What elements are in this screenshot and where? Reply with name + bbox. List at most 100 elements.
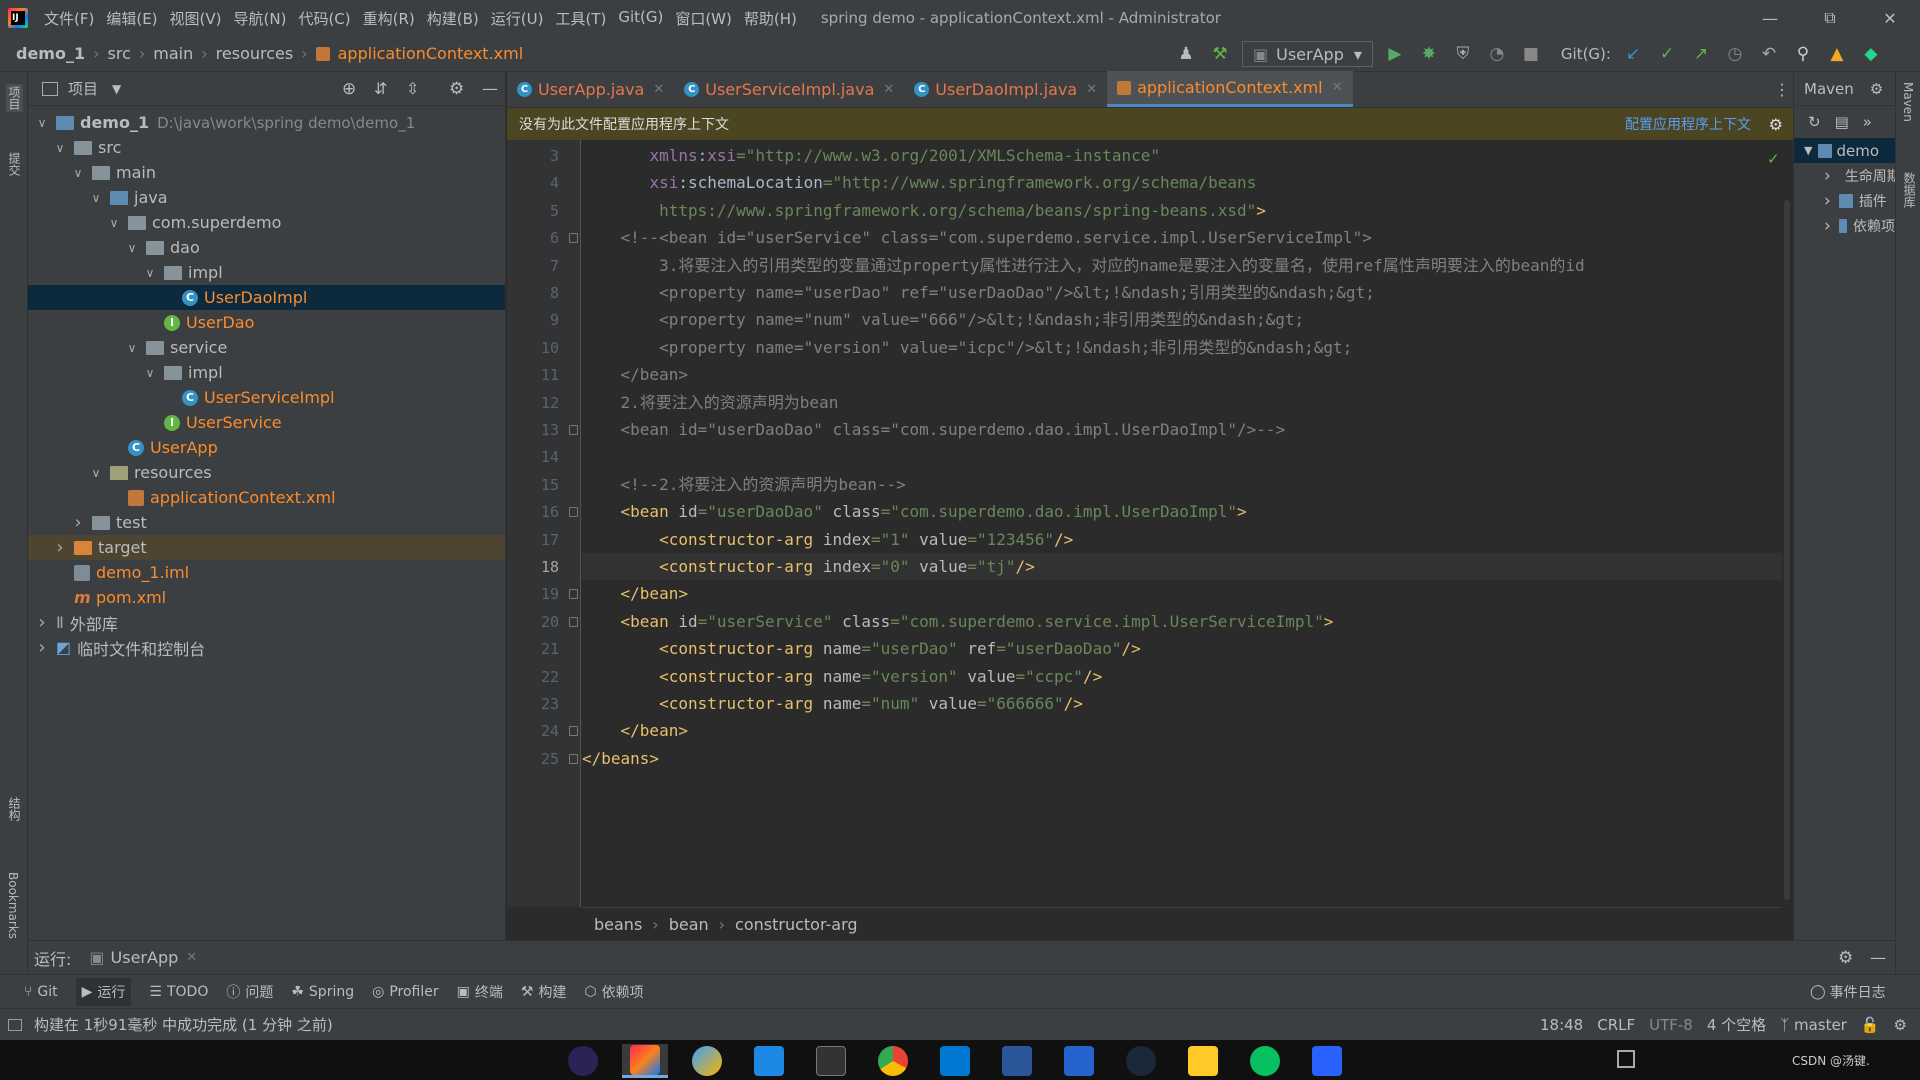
chevron-down-icon[interactable]: ∨: [106, 216, 122, 230]
project-tool-tab[interactable]: 项目: [6, 84, 23, 112]
browser-icon[interactable]: [684, 1044, 730, 1078]
tree-item[interactable]: › ◩ 临时文件和控制台: [28, 635, 505, 660]
database-tool-tab[interactable]: 数据库: [1901, 172, 1918, 208]
chevron-down-icon[interactable]: ∨: [142, 266, 158, 280]
crumb-project[interactable]: demo_1: [12, 44, 89, 63]
tool-window-git[interactable]: ⑂ Git: [24, 984, 58, 1000]
maven-root[interactable]: ▼ demo: [1794, 138, 1895, 163]
file-explorer-icon[interactable]: [1180, 1044, 1226, 1078]
project-panel-title[interactable]: 项目: [68, 78, 98, 99]
tool-window-run[interactable]: ▶ 运行: [75, 977, 132, 1006]
tree-item[interactable]: C UserApp: [28, 435, 505, 460]
chevron-right-icon[interactable]: ›: [1824, 166, 1831, 186]
menu-item[interactable]: 文件(F): [38, 8, 100, 29]
file-encoding[interactable]: UTF-8: [1649, 1016, 1693, 1034]
menu-item[interactable]: 代码(C): [292, 8, 356, 29]
history-icon[interactable]: ◷: [1723, 42, 1747, 66]
menu-item[interactable]: 重构(R): [357, 8, 421, 29]
lock-icon[interactable]: 🔓: [1861, 1016, 1880, 1034]
commit-tool-tab[interactable]: 提交: [6, 152, 23, 176]
add-project-icon[interactable]: ▤: [1835, 113, 1849, 131]
bookmarks-tool-tab[interactable]: Bookmarks: [6, 872, 20, 939]
menu-item[interactable]: 编辑(E): [100, 8, 163, 29]
tree-item[interactable]: C UserServiceImpl: [28, 385, 505, 410]
menu-item[interactable]: 帮助(H): [738, 8, 803, 29]
tree-item[interactable]: › test: [28, 510, 505, 535]
crumb-resources[interactable]: resources: [212, 44, 298, 63]
maven-tool-tab[interactable]: Maven: [1901, 82, 1915, 122]
build-hammer-icon[interactable]: ⚒: [1208, 42, 1232, 66]
menu-item[interactable]: 导航(N): [228, 8, 293, 29]
event-log-button[interactable]: ◯ 事件日志: [1810, 982, 1886, 1002]
minimize-button[interactable]: —: [1740, 0, 1800, 36]
crumb-beans[interactable]: beans: [594, 915, 642, 934]
chevron-down-icon[interactable]: ∨: [34, 116, 50, 130]
tree-item[interactable]: ∨ service: [28, 335, 505, 360]
tree-item[interactable]: C UserDaoImpl: [28, 285, 505, 310]
tool-window-todo[interactable]: ☰ TODO: [149, 984, 208, 1000]
virtual-machine-icon[interactable]: [746, 1044, 792, 1078]
user-icon[interactable]: ♟: [1174, 42, 1198, 66]
task-view-icon[interactable]: [1617, 1050, 1635, 1068]
fold-marker-icon[interactable]: [569, 616, 578, 627]
status-message[interactable]: 构建在 1秒91毫秒 中成功完成 (1 分钟 之前): [34, 1014, 333, 1035]
caret-position[interactable]: 18:48: [1540, 1016, 1583, 1034]
chevron-right-icon[interactable]: ›: [52, 537, 68, 558]
git-branch[interactable]: ᛉ master: [1780, 1016, 1847, 1034]
run-config-select[interactable]: ▣ UserApp ▾: [1242, 41, 1373, 67]
crumb-src[interactable]: src: [104, 44, 135, 63]
code-editor[interactable]: xmlns:xsi="http://www.w3.org/2001/XMLSch…: [582, 140, 1782, 907]
vscode-icon[interactable]: [932, 1044, 978, 1078]
locate-icon[interactable]: ⊕: [342, 79, 356, 99]
editor-scrollbar[interactable]: [1784, 140, 1792, 907]
more-actions-icon[interactable]: »: [1863, 113, 1872, 131]
fold-marker-icon[interactable]: [569, 507, 578, 518]
crumb-bean[interactable]: bean: [669, 915, 709, 934]
video-player-icon[interactable]: [1304, 1044, 1350, 1078]
tree-item[interactable]: applicationContext.xml: [28, 485, 505, 510]
close-tab-icon[interactable]: ✕: [1332, 80, 1343, 95]
chevron-down-icon[interactable]: ∨: [70, 166, 86, 180]
tree-item[interactable]: ∨ impl: [28, 360, 505, 385]
maven-item[interactable]: › 生命周期: [1794, 163, 1895, 188]
chevron-right-icon[interactable]: ›: [1824, 216, 1831, 236]
tool-window-profiler[interactable]: ◎ Profiler: [372, 984, 439, 1000]
notice-settings-icon[interactable]: ⚙: [1769, 115, 1783, 134]
chevron-down-icon[interactable]: ∨: [88, 191, 104, 205]
stop-icon[interactable]: ■: [1519, 42, 1543, 66]
menu-item[interactable]: 视图(V): [164, 8, 228, 29]
tool-window-终端[interactable]: ▣ 终端: [457, 982, 503, 1002]
menu-item[interactable]: 构建(B): [421, 8, 485, 29]
crumb-file[interactable]: applicationContext.xml: [334, 44, 528, 63]
tool-window-问题[interactable]: ⓘ 问题: [226, 982, 273, 1002]
structure-tool-tab[interactable]: 结构: [6, 797, 23, 821]
tab-userapp-java[interactable]: C UserApp.java ✕: [507, 71, 674, 107]
tab-userserviceimpl-java[interactable]: C UserServiceImpl.java ✕: [674, 71, 904, 107]
debug-icon[interactable]: ✸: [1417, 42, 1441, 66]
coverage-icon[interactable]: ⛨: [1451, 42, 1475, 66]
chevron-down-icon[interactable]: ▼: [112, 82, 121, 96]
rollback-icon[interactable]: ↶: [1757, 42, 1781, 66]
close-run-tab-icon[interactable]: ✕: [186, 950, 197, 965]
tree-item[interactable]: ∨ resources: [28, 460, 505, 485]
tree-item[interactable]: ∨ dao: [28, 235, 505, 260]
tree-item[interactable]: ∨ com.superdemo: [28, 210, 505, 235]
restore-button[interactable]: ⧉: [1800, 0, 1860, 36]
close-tab-icon[interactable]: ✕: [653, 82, 664, 97]
crumb-main[interactable]: main: [149, 44, 197, 63]
tab-applicationcontext-xml[interactable]: applicationContext.xml ✕: [1107, 71, 1353, 107]
menu-item[interactable]: Git(G): [612, 8, 669, 29]
run-settings-icon[interactable]: ⚙: [1838, 948, 1853, 968]
chevron-right-icon[interactable]: ›: [70, 512, 86, 533]
wechat-icon[interactable]: [1242, 1044, 1288, 1078]
fold-marker-icon[interactable]: [569, 753, 578, 764]
gear-icon[interactable]: ⚙: [449, 79, 464, 99]
fold-marker-icon[interactable]: [569, 589, 578, 600]
close-tab-icon[interactable]: ✕: [883, 82, 894, 97]
inspection-ok-icon[interactable]: ✓: [1767, 150, 1780, 168]
maven-settings-icon[interactable]: ⚙: [1870, 80, 1883, 98]
crumb-constructor-arg[interactable]: constructor-arg: [735, 915, 858, 934]
git-push-icon[interactable]: ↗: [1689, 42, 1713, 66]
tree-item[interactable]: demo_1.iml: [28, 560, 505, 585]
run-hide-icon[interactable]: —: [1870, 948, 1886, 967]
